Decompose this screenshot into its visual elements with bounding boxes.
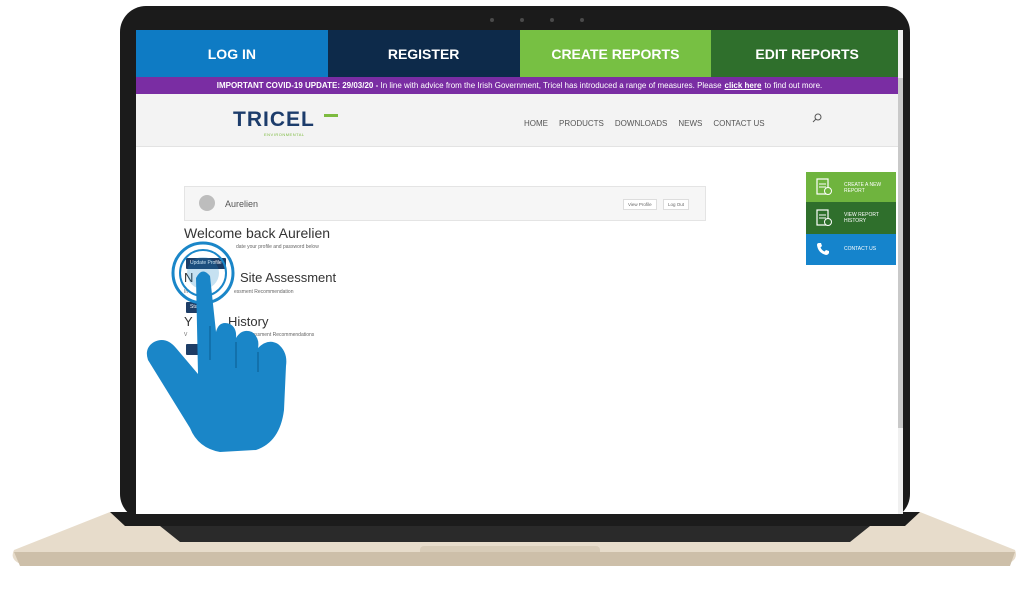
camera <box>490 14 600 26</box>
laptop-base <box>12 512 1017 566</box>
scrollbar-thumb[interactable] <box>898 78 903 428</box>
browser-screen: LOG IN REGISTER CREATE REPORTS EDIT REPO… <box>136 30 903 514</box>
hand-pointer-icon <box>146 241 287 452</box>
scrollbar[interactable] <box>898 30 903 514</box>
